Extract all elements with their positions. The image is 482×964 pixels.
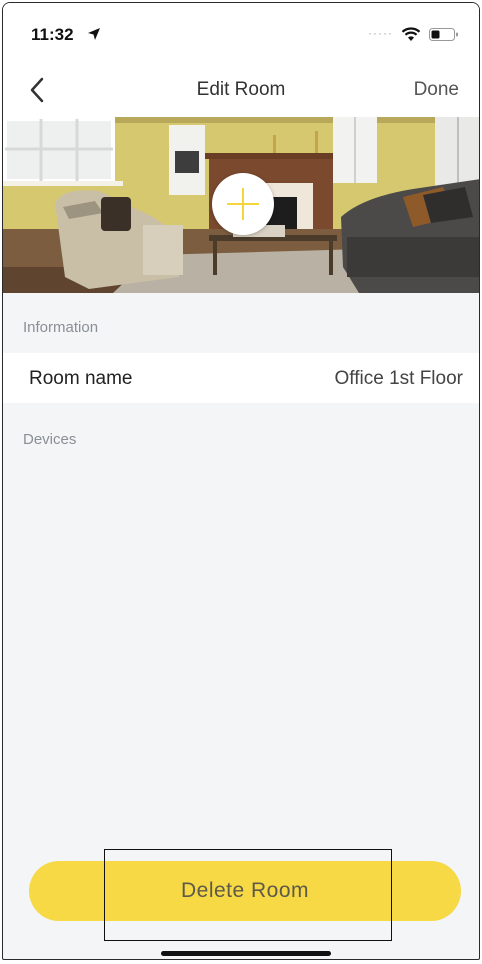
room-name-label: Room name (29, 368, 133, 389)
add-photo-button[interactable] (212, 173, 274, 235)
section-header-information: Information (23, 319, 99, 336)
status-time: 11:32 (31, 25, 74, 44)
location-arrow-icon (88, 28, 100, 40)
home-indicator[interactable] (161, 951, 331, 956)
done-button[interactable]: Done (414, 79, 459, 101)
section-header-devices: Devices (23, 431, 77, 448)
wifi-icon (401, 27, 421, 41)
status-bar: 11:32 ····· (3, 3, 479, 65)
cellular-signal-icon: ····· (368, 26, 393, 40)
phone-screen: 11:32 ····· Edit Room Done Information R… (2, 2, 480, 960)
room-name-row[interactable]: Room name Office 1st Floor (3, 353, 479, 403)
page-title: Edit Room (196, 79, 286, 100)
battery-icon (429, 28, 458, 41)
room-name-value[interactable]: Office 1st Floor (335, 368, 463, 390)
navigation-bar: Edit Room Done (3, 65, 479, 117)
delete-room-button[interactable]: Delete Room (29, 861, 461, 921)
